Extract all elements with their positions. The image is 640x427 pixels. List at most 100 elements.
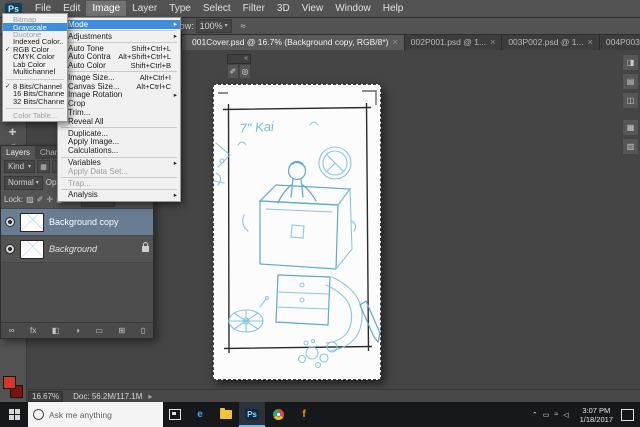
menu-item[interactable]: Trap... (58, 179, 180, 188)
status-menu-arrow-icon[interactable]: ▸ (148, 392, 152, 401)
delete-layer-icon[interactable]: ▯ (141, 326, 145, 335)
battery-icon[interactable]: ▭ (543, 411, 550, 419)
adjustment-layer-icon[interactable]: ◑ (75, 326, 80, 335)
checkmark-icon: ✓ (5, 82, 13, 90)
menu-item[interactable]: Auto Color Shift+Ctrl+B (58, 61, 180, 70)
tray-expand-icon[interactable]: ⌃ (532, 411, 538, 419)
menubar-item[interactable]: Filter (237, 1, 271, 16)
layer-row[interactable]: Background copy (1, 209, 153, 236)
firefox-icon[interactable]: f (291, 402, 317, 427)
menubar-item[interactable]: Help (377, 1, 410, 16)
menu-item[interactable]: Multichannel (3, 68, 67, 75)
search-placeholder: Ask me anything (49, 410, 112, 420)
document-tab[interactable]: 004P003.psd @ 1... × (600, 34, 640, 50)
clone-source-panel-icon[interactable]: ◎ (239, 64, 251, 79)
layer-group-icon[interactable]: ▭ (95, 326, 103, 335)
cortana-search-box[interactable]: Ask me anything (28, 402, 163, 427)
visibility-eye-icon[interactable] (5, 244, 15, 254)
menu-item[interactable]: Apply Image... (58, 138, 180, 147)
layer-effects-icon[interactable]: fx (30, 326, 36, 335)
layer-row[interactable]: Background (1, 236, 153, 263)
document-canvas[interactable]: 7" Kai (213, 84, 381, 380)
clock-time: 3:07 PM (580, 406, 613, 415)
menu-item[interactable]: 32 Bits/Channel (3, 97, 67, 104)
menu-item[interactable]: Image Size... Alt+Ctrl+I (58, 73, 180, 82)
menu-item[interactable]: Image Rotation ▸ (58, 91, 180, 100)
checkmark-icon: ✓ (5, 45, 13, 53)
menubar-item[interactable]: 3D (271, 1, 296, 16)
menu-item[interactable]: Reveal All (58, 117, 180, 126)
panel-tab[interactable]: Layers (1, 146, 35, 159)
tab-close-icon[interactable]: × (588, 37, 593, 47)
flow-dropdown[interactable]: 100% ▾ (196, 19, 232, 33)
brush-panel-icon[interactable]: ✐ (227, 64, 239, 79)
submenu-arrow-icon: ▸ (171, 20, 177, 28)
document-size-info: Doc: 56.2M/117.1M (73, 392, 142, 401)
windows-taskbar: Ask me anything e Ps f (0, 402, 640, 427)
menubar-item[interactable]: Layer (126, 1, 163, 16)
collapsed-panel-icon[interactable]: ▥ (622, 138, 639, 155)
menu-item[interactable]: Mode ▸ (58, 20, 180, 29)
menu-item[interactable]: Adjustments ▸ (58, 32, 180, 41)
menu-item[interactable]: Color Table... (3, 112, 67, 119)
floating-panel-dock: « ✐ ◎ (227, 54, 251, 79)
sketch-caption: 7" Kai (239, 119, 275, 136)
menu-item[interactable]: Trim... (58, 108, 180, 117)
foreground-color-swatch[interactable] (3, 376, 16, 389)
volume-icon[interactable]: ◁ (563, 411, 568, 419)
menubar-item[interactable]: Select (197, 1, 237, 16)
healing-brush-tool-icon[interactable]: ✚ (0, 125, 25, 140)
menubar-item[interactable]: View (296, 1, 330, 16)
link-layers-icon[interactable]: ∞ (9, 326, 15, 335)
menubar-item[interactable]: Image (86, 1, 126, 16)
document-tab[interactable]: 003P002.psd @ 1... × (502, 34, 600, 50)
pencil-sketch: 7" Kai (214, 85, 380, 379)
menu-item[interactable]: Calculations... (58, 146, 180, 155)
filter-pixel-layers-icon[interactable]: ▦ (37, 160, 50, 173)
menu-item[interactable]: Crop (58, 99, 180, 108)
chrome-icon[interactable] (265, 402, 291, 427)
edge-icon[interactable]: e (187, 402, 213, 427)
layer-thumbnail[interactable] (20, 240, 44, 259)
panel-collapse-icon[interactable]: « (227, 54, 251, 64)
photoshop-icon[interactable]: Ps (239, 402, 265, 427)
new-layer-icon[interactable]: ⊞ (119, 326, 126, 335)
tab-close-icon[interactable]: × (393, 37, 398, 47)
airbrush-icon[interactable]: ≈ (236, 19, 251, 32)
collapsed-panel-icon[interactable]: ◨ (622, 54, 639, 71)
menu-item[interactable]: Canvas Size... Alt+Ctrl+C (58, 82, 180, 91)
collapsed-panel-icon[interactable]: ◫ (622, 92, 639, 109)
taskbar-clock[interactable]: 3:07 PM 1/18/2017 (574, 406, 619, 424)
document-tab[interactable]: 002P001.psd @ 1... × (405, 34, 503, 50)
submenu-arrow-icon: ▸ (171, 32, 177, 40)
start-button[interactable] (0, 402, 28, 427)
action-center-icon[interactable] (621, 409, 634, 421)
collapsed-panel-icon[interactable]: ▦ (622, 119, 639, 136)
menu-item[interactable]: Variables ▸ (58, 158, 180, 167)
collapsed-panel-icon[interactable]: ▤ (622, 73, 639, 90)
menu-item[interactable]: Analysis ▸ (58, 191, 180, 200)
tab-close-icon[interactable]: × (490, 37, 495, 47)
lock-image-icon[interactable]: ✐ (37, 195, 44, 204)
zoom-level-field[interactable]: 16.67% (28, 391, 63, 402)
lock-position-icon[interactable]: ✛ (46, 195, 53, 204)
lock-transparency-icon[interactable]: ▨ (26, 195, 34, 204)
menu-item[interactable]: Auto Tone Shift+Ctrl+L (58, 44, 180, 53)
blend-mode-dropdown[interactable]: Normal ▾ (4, 176, 43, 190)
menubar-item[interactable]: Window (329, 1, 377, 16)
file-explorer-icon[interactable] (213, 402, 239, 427)
menu-item[interactable]: Apply Data Set... (58, 167, 180, 176)
network-icon[interactable]: ≈ (554, 411, 558, 418)
filter-kind-dropdown[interactable]: Kind ▾ (4, 160, 35, 173)
task-view-button[interactable] (163, 402, 187, 427)
layer-thumbnail[interactable] (20, 213, 44, 232)
menubar-item[interactable]: Type (163, 1, 197, 16)
visibility-eye-icon[interactable] (5, 217, 15, 227)
menu-item[interactable]: Auto Contrast Alt+Shift+Ctrl+L (58, 52, 180, 61)
menubar: Ps File Edit Image Layer Type Select Fil… (0, 0, 640, 18)
windows-logo-icon (9, 409, 20, 420)
menu-item[interactable]: Duplicate... (58, 129, 180, 138)
layer-mask-icon[interactable]: ◧ (52, 326, 60, 335)
chevron-down-icon: ▾ (225, 22, 228, 29)
document-tab[interactable]: 001Cover.psd @ 16.7% (Background copy, R… (186, 34, 405, 50)
